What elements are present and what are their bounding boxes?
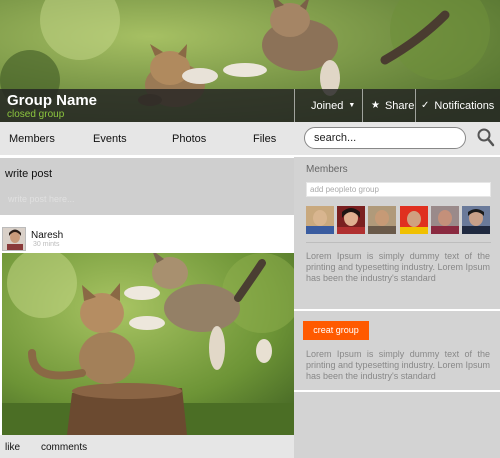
members-divider — [306, 242, 491, 243]
search-input[interactable] — [304, 127, 466, 149]
write-post-label: write post — [5, 168, 53, 180]
post-time: 30 mints — [33, 241, 60, 248]
member-thumbnails — [306, 206, 493, 234]
tab-files[interactable]: Files — [253, 133, 276, 145]
sidebar — [294, 155, 500, 458]
group-tabs: Members Events Photos Files — [0, 122, 294, 155]
write-post-input[interactable]: write post here... — [8, 194, 75, 204]
post-kittens-image — [2, 253, 294, 435]
search-bar — [294, 122, 500, 155]
avatar[interactable] — [2, 227, 26, 251]
members-description: Lorem Ipsum is simply dummy text of the … — [306, 251, 490, 283]
post-actions: like comments — [0, 435, 294, 458]
post-author[interactable]: Naresh — [31, 230, 63, 241]
write-post-box[interactable] — [0, 158, 294, 215]
share-button[interactable]: ★ Share — [362, 89, 415, 122]
search-icon[interactable] — [477, 128, 495, 148]
joined-button[interactable]: Joined ▼ — [294, 89, 362, 122]
like-button[interactable]: like — [5, 442, 20, 453]
notifications-label: Notifications — [434, 99, 495, 112]
tab-members[interactable]: Members — [9, 133, 55, 145]
joined-label: Joined — [311, 99, 344, 112]
sidebar-divider — [294, 155, 500, 157]
post-image[interactable] — [2, 253, 294, 435]
member-avatar[interactable] — [461, 206, 490, 234]
cover-actions: Joined ▼ ★ Share ✓ Notifications — [294, 89, 499, 122]
sidebar-divider — [294, 390, 500, 392]
tab-photos[interactable]: Photos — [172, 133, 206, 145]
create-group-button[interactable]: creat group — [303, 321, 369, 340]
group-name: Group Name — [7, 92, 98, 109]
create-group-description: Lorem Ipsum is simply dummy text of the … — [306, 349, 490, 381]
notifications-button[interactable]: ✓ Notifications — [415, 89, 499, 122]
avatar-image — [3, 228, 25, 250]
member-avatar[interactable] — [399, 206, 428, 234]
check-icon: ✓ — [421, 100, 430, 111]
sidebar-divider — [294, 309, 500, 311]
share-label: Share — [384, 99, 415, 112]
member-avatar[interactable] — [337, 206, 366, 234]
caret-down-icon: ▼ — [348, 102, 356, 109]
star-icon: ★ — [371, 100, 380, 111]
tab-events[interactable]: Events — [93, 133, 127, 145]
members-title: Members — [306, 164, 348, 175]
member-avatar[interactable] — [306, 206, 334, 234]
group-type: closed group — [7, 109, 65, 120]
add-people-input[interactable]: add peopleto group — [306, 182, 491, 197]
comments-button[interactable]: comments — [41, 442, 87, 453]
member-avatar[interactable] — [430, 206, 459, 234]
member-avatar[interactable] — [368, 206, 397, 234]
